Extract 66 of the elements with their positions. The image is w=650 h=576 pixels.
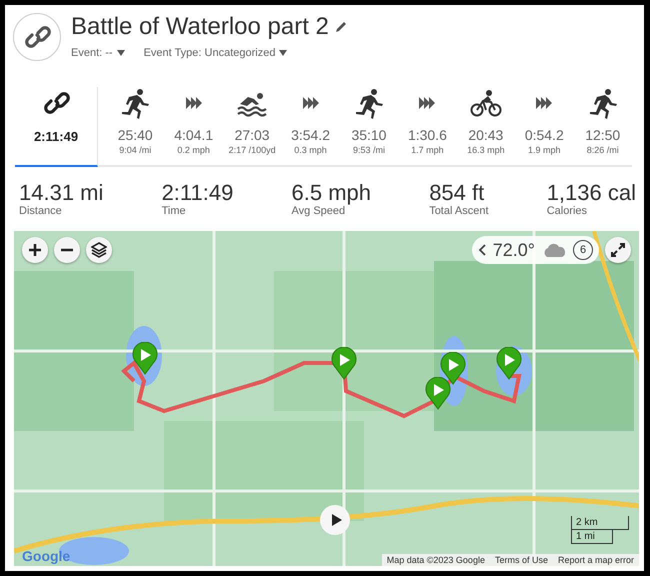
segment-tab[interactable]: 12:50 8:26 /mi bbox=[574, 87, 632, 167]
segment-pace: 0.3 mph bbox=[294, 145, 327, 155]
segment-time: 2:11:49 bbox=[34, 129, 78, 144]
stat-label: Distance bbox=[19, 205, 63, 217]
plus-icon bbox=[28, 243, 42, 257]
map-marker-icon[interactable] bbox=[496, 347, 522, 381]
segment-time: 25:40 bbox=[118, 127, 153, 143]
stat-label: Avg Speed bbox=[292, 205, 346, 217]
segment-time: 12:50 bbox=[585, 127, 620, 143]
map-logo: Google bbox=[22, 548, 70, 564]
segment-pace: 9:53 /mi bbox=[352, 145, 385, 155]
activity-title: Battle of Waterloo part 2 bbox=[71, 13, 329, 41]
segment-time: 27:03 bbox=[234, 127, 270, 143]
stat-value: 854 ft bbox=[429, 181, 486, 205]
weather-widget[interactable]: 72.0° 6 bbox=[472, 236, 599, 264]
wind-index-badge: 6 bbox=[573, 240, 593, 260]
segment-tab[interactable]: 2:11:49 bbox=[15, 87, 98, 167]
segment-pace: 16.3 mph bbox=[467, 145, 505, 155]
segment-pace: 0.2 mph bbox=[177, 145, 210, 155]
temperature-text: 72.0° bbox=[492, 240, 535, 260]
event-dropdown[interactable]: Event: -- bbox=[71, 47, 126, 59]
map-marker-icon[interactable] bbox=[440, 352, 466, 386]
segment-pace: 2:17 /100yd bbox=[228, 145, 276, 155]
map-scale: 2 km bbox=[571, 516, 629, 530]
segment-time: 3:54.2 bbox=[291, 127, 330, 143]
map-marker-icon[interactable] bbox=[132, 342, 158, 376]
stat-label: Total Ascent bbox=[429, 205, 489, 217]
stat-value: 2:11:49 bbox=[162, 181, 234, 205]
pencil-icon[interactable] bbox=[334, 20, 348, 34]
stat-value: 6.5 mph bbox=[292, 181, 372, 205]
map-attribution: Map data ©2023 Google bbox=[386, 554, 486, 566]
running-figure-icon bbox=[119, 87, 152, 119]
segment-time: 1:30.6 bbox=[408, 127, 447, 143]
map-scale: 1 mi bbox=[571, 530, 613, 544]
caret-icon bbox=[116, 48, 126, 58]
stat-value: 14.31 mi bbox=[19, 181, 104, 205]
caret-icon bbox=[278, 48, 288, 58]
segment-time: 20:43 bbox=[468, 127, 504, 143]
map-link[interactable]: Report a map error bbox=[552, 554, 639, 566]
segment-tab[interactable]: 20:43 16.3 mph bbox=[456, 87, 516, 167]
event-dropdown[interactable]: Event Type: Uncategorized bbox=[144, 47, 288, 59]
play-icon bbox=[330, 513, 344, 527]
expand-icon bbox=[611, 243, 625, 257]
chevron-left-icon bbox=[478, 243, 487, 257]
segment-tab[interactable]: 4:04.1 0.2 mph bbox=[164, 87, 223, 167]
segment-tab[interactable]: 27:03 2:17 /100yd bbox=[222, 87, 282, 167]
stat-label: Time bbox=[162, 205, 187, 217]
segment-time: 35:10 bbox=[351, 127, 386, 143]
stat-label: Calories bbox=[546, 205, 588, 217]
map-link[interactable]: Terms of Use bbox=[490, 554, 553, 566]
segment-tab[interactable]: 0:54.2 1.9 mph bbox=[515, 87, 574, 167]
map-marker-icon[interactable] bbox=[425, 377, 451, 411]
segment-time: 4:04.1 bbox=[174, 127, 214, 143]
segment-pace: 9:04 /mi bbox=[119, 145, 152, 155]
map-marker-icon[interactable] bbox=[331, 347, 357, 381]
segment-pace: 1.9 mph bbox=[528, 145, 561, 155]
segment-tab[interactable]: 1:30.6 1.7 mph bbox=[398, 87, 457, 167]
segment-tab[interactable]: 3:54.2 0.3 mph bbox=[281, 87, 340, 167]
stat-value: 1,136 cal bbox=[546, 181, 636, 205]
segment-time: 0:54.2 bbox=[524, 127, 564, 143]
segment-pace: 1.7 mph bbox=[411, 145, 444, 155]
layers-icon bbox=[91, 242, 107, 258]
segment-tab[interactable]: 35:10 9:53 /mi bbox=[340, 87, 398, 167]
cyclist-icon bbox=[470, 87, 502, 119]
segment-tab[interactable]: 25:40 9:04 /mi bbox=[106, 87, 164, 167]
segment-pace: 8:26 /mi bbox=[586, 145, 619, 155]
